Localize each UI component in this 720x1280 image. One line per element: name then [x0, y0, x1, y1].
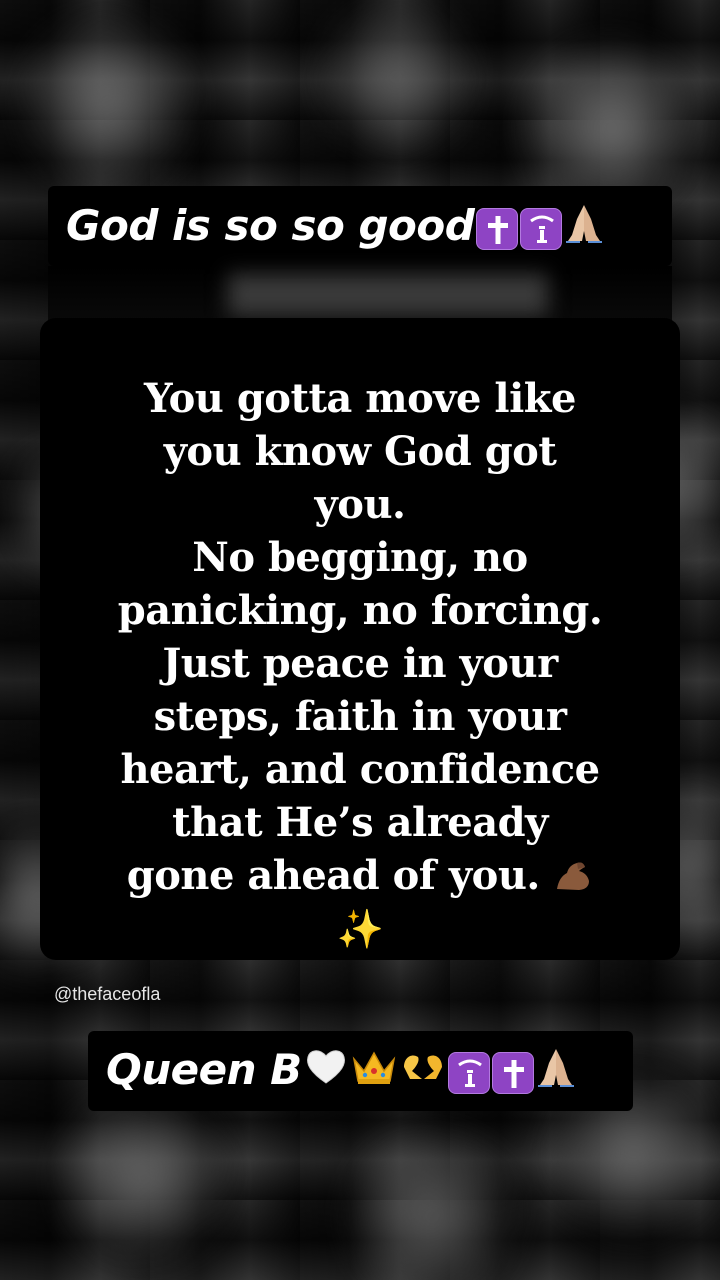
quote-line: Just peace in your — [162, 640, 558, 687]
quote-line: You gotta move like — [144, 375, 576, 422]
white-heart-icon — [304, 1043, 348, 1103]
top-caption-text: God is so so good — [66, 201, 475, 250]
om-icon — [520, 207, 563, 250]
crown-icon — [350, 1043, 398, 1103]
bottom-caption: Queen B — [106, 1040, 576, 1100]
quote-line: heart, and confidence — [120, 746, 600, 793]
om-icon — [447, 1051, 490, 1094]
quote-line: panicking, no forcing. — [117, 587, 603, 634]
quote-line: No begging, no — [192, 534, 528, 581]
quote-line-last: gone ahead of you. — [40, 849, 680, 902]
quote-text: You gotta move like you know God got you… — [40, 372, 680, 955]
blurred-header-block — [228, 274, 548, 316]
quote-line: you. — [314, 481, 406, 528]
latin-cross-icon — [491, 1051, 534, 1094]
quote-line: you know God got — [163, 428, 557, 475]
bottom-caption-text: Queen B — [106, 1045, 302, 1094]
quote-sparkles-line: ✨ — [40, 902, 680, 955]
praying-hands-icon — [536, 1043, 576, 1103]
quote-line-text: gone ahead of you. — [126, 852, 541, 899]
latin-cross-icon — [476, 207, 519, 250]
top-caption: God is so so good — [66, 196, 604, 256]
heart-hands-icon — [400, 1043, 446, 1103]
blurred-header-strip — [48, 266, 672, 326]
sparkles-icon: ✨ — [336, 906, 384, 951]
praying-hands-icon — [564, 199, 604, 259]
quote-line: steps, faith in your — [153, 693, 567, 740]
quote-line: that He’s already — [172, 799, 548, 846]
story-view: God is so so good You gotta move like yo… — [0, 0, 720, 1280]
creator-handle[interactable]: @thefaceofla — [54, 984, 160, 1005]
flexed-biceps-icon — [553, 853, 593, 890]
